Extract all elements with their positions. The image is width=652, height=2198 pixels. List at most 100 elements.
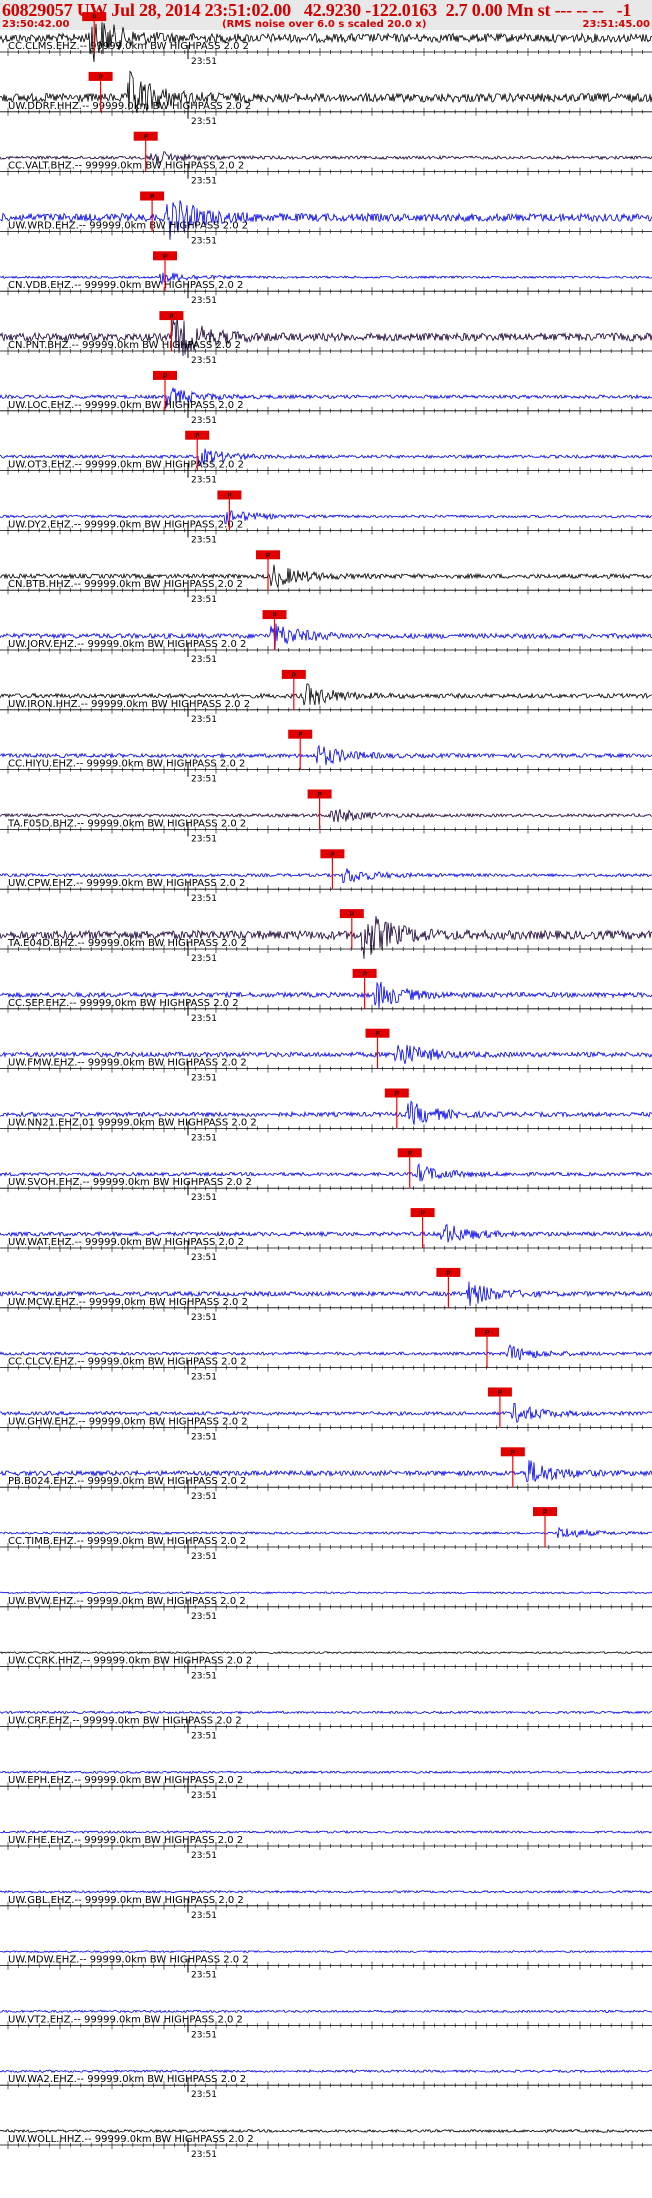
trace-row: 23:51 CC.CLMS.EHZ.-- 99999.0km BW HIGHPAS… bbox=[0, 12, 652, 67]
minute-label: 23:51 bbox=[191, 1074, 217, 1084]
waveform bbox=[0, 1710, 652, 1715]
minute-label: 23:51 bbox=[191, 894, 217, 904]
station-label: CN.PNT.BHZ.-- 99999.0km BW HIGHPASS 2.0 … bbox=[8, 340, 241, 351]
trace-row: 23:51 UW.DY2.EHZ.-- 99999.0km BW HIGHPASS… bbox=[0, 490, 652, 545]
trace-row: 23:51 UW.IRON.HHZ.-- 99999.0km BW HIGHPAS… bbox=[0, 669, 652, 725]
pick-label: P bbox=[195, 432, 199, 440]
station-label: TA.E04D.BHZ.-- 99999.0km BW HIGHPASS 2.0… bbox=[7, 938, 247, 949]
trace-row: 23:51 CC.HIYU.EHZ.-- 99999.0km BW HIGHPAS… bbox=[0, 729, 652, 785]
minute-label: 23:51 bbox=[191, 1731, 217, 1741]
trace-row: 23:51 UW.GBL.EHZ.-- 99999.0km BW HIGHPASS… bbox=[0, 1889, 652, 1921]
pick-label: P bbox=[420, 1210, 424, 1218]
trace-row: 23:51 UW.WA2.EHZ.-- 99999.0km BW HIGHPASS… bbox=[0, 2069, 652, 2100]
station-label: CN.BTB.HHZ.-- 99999.0km BW HIGHPASS 2.0 … bbox=[8, 579, 243, 590]
pick-label: P bbox=[163, 372, 167, 380]
trace-row: 23:51 UW.WRD.EHZ.-- 99999.0km BW HIGHPASS… bbox=[0, 191, 652, 246]
trace-row: 23:51 UW.WOLL.HHZ.-- 99999.0km BW HIGHPAS… bbox=[0, 2128, 652, 2160]
station-label: CC.SEP.EHZ.-- 99999.0km BW HIGHPASS 2.0 … bbox=[8, 998, 239, 1009]
station-label: TA.F05D.BHZ.-- 99999.0km BW HIGHPASS 2.0… bbox=[7, 818, 246, 829]
minute-label: 23:51 bbox=[191, 1612, 217, 1622]
station-label: UW.LOC.EHZ.-- 99999.0km BW HIGHPASS 2.0 … bbox=[8, 400, 244, 411]
trace-row: 23:51 CC.CLCV.EHZ.-- 99999.0km BW HIGHPAS… bbox=[0, 1327, 652, 1383]
minute-label: 23:51 bbox=[191, 1014, 217, 1024]
station-label: UW.DDRF.HHZ.-- 99999.0km BW HIGHPASS 2.0… bbox=[8, 101, 251, 112]
pick-label: P bbox=[543, 1509, 547, 1517]
minute-label: 23:51 bbox=[191, 1492, 217, 1502]
trace-row: 23:51 UW.BVW.EHZ.-- 99999.0km BW HIGHPASS… bbox=[0, 1591, 652, 1622]
station-label: PB.B024.EHZ.-- 99999.0km BW HIGHPASS 2.0… bbox=[8, 1476, 246, 1487]
trace-row: 23:51 UW.FMW.EHZ.-- 99999.0km BW HIGHPASS… bbox=[0, 1028, 652, 1084]
waveform bbox=[0, 1889, 652, 1894]
trace-row: 23:51 UW.DDRF.HHZ.-- 99999.0km BW HIGHPAS… bbox=[0, 70, 652, 127]
station-label: UW.MDW.EHZ.-- 99999.0km BW HIGHPASS 2.0 … bbox=[8, 1955, 249, 1966]
station-label: UW.BVW.EHZ.-- 99999.0km BW HIGHPASS 2.0 … bbox=[8, 1596, 246, 1607]
minute-label: 23:51 bbox=[191, 1971, 217, 1981]
minute-label: 23:51 bbox=[191, 834, 217, 844]
trace-row: 23:51 UW.WAT.EHZ.-- 99999.0km BW HIGHPASS… bbox=[0, 1208, 652, 1263]
station-label: UW.WOLL.HHZ.-- 99999.0km BW HIGHPASS 2.0… bbox=[8, 2134, 254, 2145]
minute-label: 23:51 bbox=[191, 1552, 217, 1562]
minute-label: 23:51 bbox=[191, 416, 217, 426]
seismogram-plot: 23:51 CC.CLMS.EHZ.-- 99999.0km BW HIGHPAS… bbox=[0, 12, 652, 2160]
trace-row: 23:51 UW.GHW.EHZ.-- 99999.0km BW HIGHPASS… bbox=[0, 1387, 652, 1442]
pick-label: P bbox=[163, 253, 167, 261]
pick-label: P bbox=[272, 612, 276, 620]
waveform bbox=[0, 2069, 652, 2074]
station-label: UW.EPH.EHZ.-- 99999.0km BW HIGHPASS 2.0 … bbox=[8, 1775, 243, 1786]
minute-label: 23:51 bbox=[191, 57, 217, 67]
pick-label: P bbox=[92, 14, 96, 22]
pick-label: P bbox=[446, 1269, 450, 1277]
minute-label: 23:51 bbox=[191, 535, 217, 545]
station-label: UW.OT3.EHZ.-- 99999.0km BW HIGHPASS 2.0 … bbox=[8, 460, 244, 471]
trace-row: 23:51 UW.MCW.EHZ.-- 99999.0km BW HIGHPASS… bbox=[0, 1267, 652, 1323]
pick-label: P bbox=[408, 1150, 412, 1158]
station-label: UW.WRD.EHZ.-- 99999.0km BW HIGHPASS 2.0 … bbox=[8, 220, 248, 231]
station-label: UW.WAT.EHZ.-- 99999.0km BW HIGHPASS 2.0 … bbox=[8, 1237, 244, 1248]
pick-label: P bbox=[266, 552, 270, 560]
minute-label: 23:51 bbox=[191, 2030, 217, 2040]
station-label: UW.WA2.EHZ.-- 99999.0km BW HIGHPASS 2.0 … bbox=[8, 2074, 246, 2085]
minute-label: 23:51 bbox=[191, 715, 217, 725]
minute-label: 23:51 bbox=[191, 954, 217, 964]
station-label: UW.VT2.EHZ.-- 99999.0km BW HIGHPASS 2.0 … bbox=[8, 2014, 243, 2025]
trace-row: 23:51 UW.VT2.EHZ.-- 99999.0km BW HIGHPASS… bbox=[0, 2009, 652, 2040]
pick-label: P bbox=[150, 193, 154, 201]
trace-row: 23:51 UW.CCRK.HHZ.-- 99999.0km BW HIGHPAS… bbox=[0, 1650, 652, 1682]
trace-row: 23:51 PB.B024.EHZ.-- 99999.0km BW HIGHPAS… bbox=[0, 1447, 652, 1502]
station-label: UW.FHE.EHZ.-- 99999.0km BW HIGHPASS 2.0 … bbox=[8, 1835, 243, 1846]
station-label: UW.GHW.EHZ.-- 99999.0km BW HIGHPASS 2.0 … bbox=[8, 1416, 248, 1427]
station-label: CC.CLCV.EHZ.-- 99999.0km BW HIGHPASS 2.0… bbox=[8, 1357, 247, 1368]
pick-label: P bbox=[98, 73, 102, 81]
minute-label: 23:51 bbox=[191, 595, 217, 605]
station-label: UW.JORV.EHZ.-- 99999.0km BW HIGHPASS 2.0… bbox=[8, 639, 246, 650]
trace-row: 23:51 UW.NN21.EHZ.01 99999.0km BW HIGHPAS… bbox=[0, 1088, 652, 1143]
trace-row: 23:51 UW.JORV.EHZ.-- 99999.0km BW HIGHPAS… bbox=[0, 610, 652, 665]
station-label: CC.TIMB.EHZ.-- 99999.0km BW HIGHPASS 2.0… bbox=[8, 1536, 246, 1547]
minute-label: 23:51 bbox=[191, 1193, 217, 1203]
trace-row: 23:51 TA.F05D.BHZ.-- 99999.0km BW HIGHPAS… bbox=[0, 789, 652, 844]
trace-row: 23:51 UW.CPW.EHZ.-- 99999.0km BW HIGHPASS… bbox=[0, 849, 652, 904]
trace-row: 23:51 UW.FHE.EHZ.-- 99999.0km BW HIGHPASS… bbox=[0, 1829, 652, 1861]
trace-row: 23:51 CC.TIMB.EHZ.-- 99999.0km BW HIGHPAS… bbox=[0, 1507, 652, 1562]
trace-row: 23:51 CC.SEP.EHZ.-- 99999.0km BW HIGHPASS… bbox=[0, 968, 652, 1024]
minute-label: 23:51 bbox=[191, 2150, 217, 2160]
minute-label: 23:51 bbox=[191, 117, 217, 127]
minute-label: 23:51 bbox=[191, 1373, 217, 1383]
pick-label: P bbox=[362, 970, 366, 978]
minute-label: 23:51 bbox=[191, 236, 217, 246]
station-label: UW.SVOH.EHZ.-- 99999.0km BW HIGHPASS 2.0… bbox=[8, 1177, 252, 1188]
minute-label: 23:51 bbox=[191, 476, 217, 486]
pick-label: P bbox=[317, 791, 321, 799]
trace-row: 23:51 UW.LOC.EHZ.-- 99999.0km BW HIGHPASS… bbox=[0, 370, 652, 426]
pick-label: P bbox=[350, 911, 354, 919]
pick-label: P bbox=[169, 313, 173, 321]
station-label: UW.NN21.EHZ.01 99999.0km BW HIGHPASS 2.0… bbox=[8, 1117, 257, 1128]
waveform bbox=[0, 1829, 652, 1834]
waveform bbox=[0, 2009, 652, 2014]
trace-row: 23:51 CC.VALT.BHZ.-- 99999.0km BW HIGHPAS… bbox=[0, 131, 652, 187]
station-label: UW.GBL.EHZ.-- 99999.0km BW HIGHPASS 2.0 … bbox=[8, 1895, 244, 1906]
minute-label: 23:51 bbox=[191, 2090, 217, 2100]
pick-label: P bbox=[330, 851, 334, 859]
minute-label: 23:51 bbox=[191, 1672, 217, 1682]
minute-label: 23:51 bbox=[191, 356, 217, 366]
